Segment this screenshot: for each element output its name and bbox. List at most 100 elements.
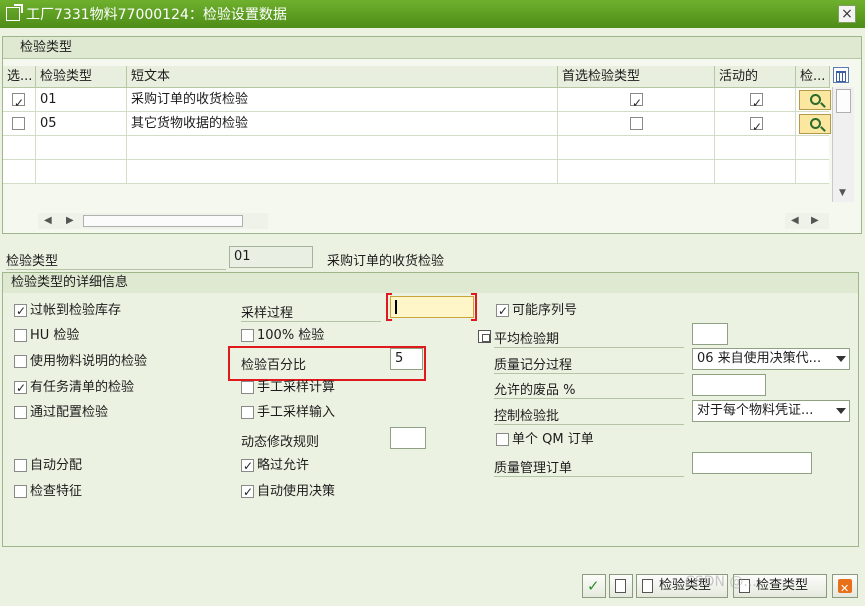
col-header-select[interactable]: 选...	[3, 66, 36, 88]
checkmark-icon: ✓	[587, 577, 600, 595]
checkbox[interactable]	[241, 381, 254, 394]
col-header-type[interactable]: 检验类型	[36, 66, 127, 88]
checkbox[interactable]	[14, 329, 27, 342]
table-horizontal-scrollbar-right[interactable]: ◀ ▶	[785, 213, 829, 229]
manual-sample-entry[interactable]: 手工采样输入	[241, 404, 335, 422]
table-vertical-scrollbar[interactable]: ▼	[832, 87, 854, 202]
inspection-types-table: 检验类型 选... 检验类型 短文本 首选检验类型 活动的 检... 01 采购…	[2, 36, 862, 234]
current-type-text: 采购订单的收货检验	[327, 254, 445, 269]
row-type: 01	[36, 88, 127, 112]
row-detail-button[interactable]	[799, 90, 831, 110]
avg-inspection-duration-label: 平均检验期	[494, 328, 684, 348]
scroll-left-icon[interactable]: ◀	[44, 213, 52, 229]
check-characteristics[interactable]: 检查特征	[14, 483, 82, 501]
required-marker	[386, 319, 392, 321]
vertical-scroll-thumb[interactable]	[836, 89, 851, 113]
insp-with-mat-spec[interactable]: 使用物料说明的检验	[14, 353, 147, 371]
chevron-down-icon[interactable]	[836, 408, 846, 414]
col-header-check[interactable]: 检...	[796, 66, 830, 88]
checkbox[interactable]	[14, 302, 27, 320]
checkbox[interactable]	[241, 406, 254, 419]
allowed-scrap-label: 允许的废品 %	[494, 379, 684, 399]
scroll-down-icon[interactable]: ▼	[839, 188, 846, 198]
sampling-procedure-label: 采样过程	[241, 302, 381, 322]
skips-allowed[interactable]: 略过允许	[241, 457, 309, 475]
copy-entry-button[interactable]	[609, 574, 633, 598]
qm-order-input[interactable]	[692, 452, 812, 474]
row-active-checkbox[interactable]	[750, 91, 763, 115]
row-type: 05	[36, 112, 127, 136]
row-text: 采购订单的收货检验	[127, 88, 558, 112]
table-row[interactable]: 05 其它货物收据的检验	[3, 112, 831, 139]
row-preferred-checkbox[interactable]	[630, 117, 643, 130]
dynamic-mod-rule-input[interactable]	[390, 427, 426, 449]
q-score-procedure-label: 质量记分过程	[494, 354, 684, 374]
checkbox[interactable]	[241, 483, 254, 501]
row-detail-button[interactable]	[799, 114, 831, 134]
confirm-button[interactable]: ✓	[582, 574, 606, 598]
table-row-empty	[3, 160, 829, 184]
required-marker	[471, 319, 477, 321]
control-insp-lot-label: 控制检验批	[494, 405, 684, 425]
text-caret	[395, 300, 397, 314]
checkbox[interactable]	[496, 433, 509, 446]
row-active-checkbox[interactable]	[750, 115, 763, 139]
current-type-label: 检验类型	[6, 250, 226, 270]
window-title: 工厂7331物料77000124：检验设置数据	[26, 7, 287, 23]
row-text: 其它货物收据的检验	[127, 112, 558, 136]
column-settings-icon[interactable]	[833, 67, 849, 83]
row-select-checkbox[interactable]	[12, 117, 25, 130]
control-insp-lot-select[interactable]: 对于每个物料凭证...	[692, 400, 850, 422]
hu-inspection[interactable]: HU 检验	[14, 327, 79, 345]
avg-inspection-duration-input[interactable]	[692, 323, 728, 345]
highlight-box	[228, 346, 426, 381]
checkbox[interactable]	[14, 355, 27, 368]
qm-order-label: 质量管理订单	[494, 457, 684, 477]
col-header-active[interactable]: 活动的	[715, 66, 796, 88]
insp-by-configuration[interactable]: 通过配置检验	[14, 404, 108, 422]
table-horizontal-scrollbar-left[interactable]: ◀ ▶	[38, 213, 268, 229]
horizontal-scroll-thumb[interactable]	[83, 215, 243, 227]
allowed-scrap-input[interactable]	[692, 374, 766, 396]
checkbox[interactable]	[14, 406, 27, 419]
insp-with-task-list[interactable]: 有任务清单的检验	[14, 379, 134, 397]
current-type-field: 01	[229, 246, 313, 268]
checkbox[interactable]	[241, 329, 254, 342]
sampling-procedure-input[interactable]	[390, 296, 474, 318]
checkbox[interactable]	[14, 379, 27, 397]
table-row[interactable]: 01 采购订单的收货检验	[3, 88, 831, 115]
dynamic-mod-rule-label: 动态修改规则	[241, 435, 320, 450]
checkbox[interactable]	[241, 457, 254, 475]
row-preferred-checkbox[interactable]	[630, 91, 643, 115]
copy-icon[interactable]	[478, 330, 491, 343]
col-header-preferred[interactable]: 首选检验类型	[558, 66, 715, 88]
single-qm-order[interactable]: 单个 QM 订单	[496, 431, 594, 449]
required-marker	[386, 293, 388, 321]
table-header: 选... 检验类型 短文本 首选检验类型 活动的 检...	[3, 66, 830, 88]
magnifier-icon	[810, 94, 821, 105]
dialog-content: 检验类型 选... 检验类型 短文本 首选检验类型 活动的 检... 01 采购…	[0, 28, 865, 606]
scroll-right-icon[interactable]: ▶	[66, 213, 74, 229]
window-titlebar: 工厂7331物料77000124：检验设置数据 ×	[0, 0, 865, 28]
row-select-checkbox[interactable]	[12, 91, 25, 115]
scroll-right-icon[interactable]: ▶	[811, 213, 819, 229]
automatic-assignment[interactable]: 自动分配	[14, 457, 82, 475]
cancel-button[interactable]	[832, 574, 858, 600]
watermark: CSDN @...	[685, 574, 757, 590]
scroll-left-icon[interactable]: ◀	[791, 213, 799, 229]
post-to-inspection-stock[interactable]: 过帐到检验库存	[14, 302, 121, 320]
col-header-text[interactable]: 短文本	[127, 66, 558, 88]
checkbox[interactable]	[14, 459, 27, 472]
manual-sample-calc[interactable]: 手工采样计算	[241, 379, 335, 397]
100-percent-inspection[interactable]: 100% 检验	[241, 327, 324, 345]
cancel-icon	[838, 578, 852, 600]
close-button[interactable]: ×	[838, 5, 856, 23]
automatic-usage-decision[interactable]: 自动使用决策	[241, 483, 335, 501]
checkbox[interactable]	[496, 302, 509, 320]
table-caption: 检验类型	[3, 37, 861, 59]
checkbox[interactable]	[14, 485, 27, 498]
chevron-down-icon[interactable]	[836, 356, 846, 362]
serial-numbers-possible[interactable]: 可能序列号	[496, 302, 577, 320]
document-icon	[642, 579, 653, 593]
q-score-procedure-select[interactable]: 06 来自使用决策代...	[692, 348, 850, 370]
